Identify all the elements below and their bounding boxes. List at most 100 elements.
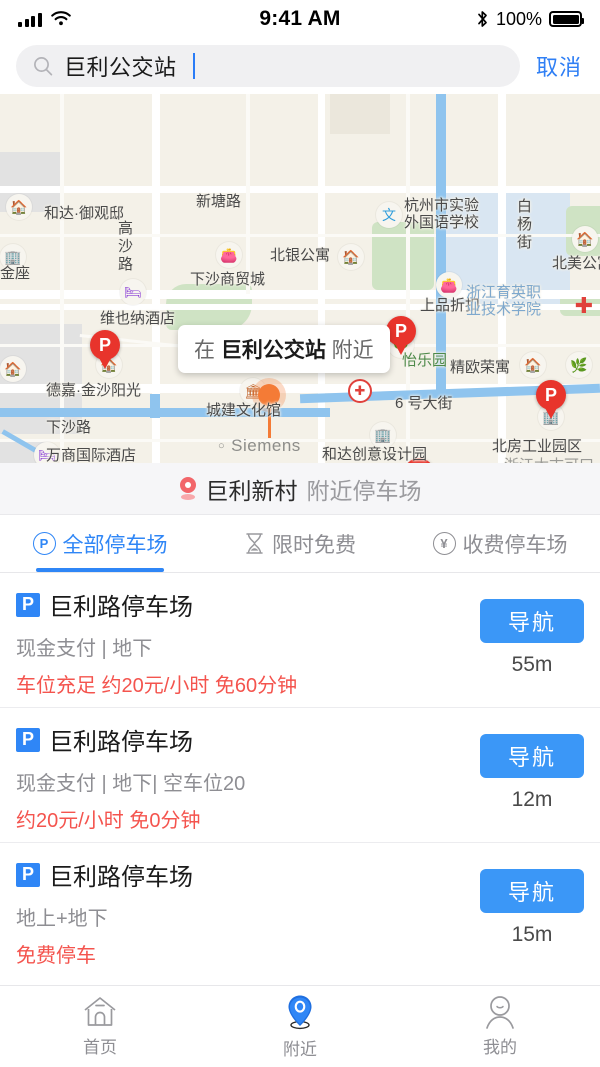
map-road — [0, 234, 600, 237]
search-input-value: 巨利公交站 — [64, 50, 177, 82]
parking-list-item[interactable]: P巨利路停车场现金支付 | 地下| 空车位20约20元/小时 免0分钟导航12m — [0, 708, 600, 843]
map-view[interactable]: 🏠 🏢 👛 🏠 文 🏠 🛏 👛 🌳 🏠 🏠 🏠 🌿 🏛 🏢 🏢 🛏 🏢 🏠 🏛 … — [0, 94, 600, 463]
map-brand-label: Siemens — [218, 436, 301, 456]
parking-p-icon: P — [16, 728, 40, 752]
tab-label: 收费停车场 — [463, 529, 568, 559]
navigate-button[interactable]: 导航 — [480, 734, 584, 778]
map-callout[interactable]: 在 巨利公交站 附近 — [178, 325, 390, 373]
house-icon: 🏠 — [6, 194, 32, 220]
parking-distance: 55m — [480, 653, 584, 677]
map-label: 浙江太古可口 乐饮料有限公 — [504, 457, 594, 463]
app-root: 9:41 AM 100% 巨利公交站 取消 — [0, 0, 600, 1067]
parking-list: P巨利路停车场现金支付 | 地下车位充足 约20元/小时 免60分钟导航55mP… — [0, 573, 600, 978]
map-label: 万商国际酒店 — [46, 444, 136, 463]
parking-distance: 12m — [480, 788, 584, 812]
map-label: 高沙路 — [114, 220, 135, 274]
nav-label: 首页 — [83, 1033, 117, 1058]
search-bar: 巨利公交站 取消 — [0, 38, 600, 94]
search-input[interactable]: 巨利公交站 — [16, 45, 520, 87]
hospital-icon: ✚ — [348, 379, 372, 403]
callout-prefix: 在 — [194, 339, 221, 362]
nav-label: 附近 — [283, 1035, 317, 1060]
nav-item-nearby[interactable]: 附近 — [200, 986, 400, 1067]
map-label: 德嘉·金沙阳光 — [46, 379, 141, 400]
result-header-place: 巨利新村 — [206, 472, 298, 506]
house-icon: 🏠 — [520, 352, 546, 378]
battery-icon — [549, 11, 582, 27]
search-icon — [32, 55, 54, 77]
parking-name: 巨利路停车场 — [49, 587, 193, 622]
map-road — [0, 186, 600, 193]
navigate-button[interactable]: 导航 — [480, 599, 584, 643]
parking-actions: 导航 15m — [480, 869, 584, 947]
callout-suffix: 附近 — [326, 339, 374, 362]
map-label: 浙江育英职 业技术学院 — [466, 284, 541, 319]
map-label: 城建文化馆 — [206, 399, 281, 420]
circled-yen-icon: ¥ — [433, 532, 456, 555]
parking-actions: 导航 12m — [480, 734, 584, 812]
map-label: 6 号大街 — [395, 392, 453, 413]
tab-limited-free[interactable]: 限时免费 — [200, 515, 400, 572]
home-icon — [82, 995, 118, 1029]
bottom-nav-bar: 首页 附近 我的 — [0, 985, 600, 1067]
map-water — [150, 394, 160, 418]
map-label: 精欧荣寓 — [450, 356, 510, 377]
map-label: 金座 — [0, 262, 30, 283]
location-pin-icon — [179, 477, 197, 501]
map-park-area — [372, 222, 434, 290]
map-label: 下沙商贸城 — [190, 268, 265, 289]
status-bar-clock: 9:41 AM — [0, 7, 600, 31]
map-pin-icon — [282, 993, 318, 1031]
map-parking-marker[interactable]: P — [536, 380, 566, 420]
result-header: 巨利新村 附近停车场 — [0, 463, 600, 515]
map-label: 和达·御观邸 — [44, 202, 124, 223]
text-cursor — [193, 53, 196, 79]
tab-paid-parking[interactable]: ¥ 收费停车场 — [400, 515, 600, 572]
map-label: 北美公寓 — [552, 252, 600, 273]
parking-list-item[interactable]: P巨利路停车场现金支付 | 地下车位充足 约20元/小时 免60分钟导航55m — [0, 573, 600, 708]
result-header-suffix: 附近停车场 — [307, 472, 422, 506]
tab-label: 全部停车场 — [63, 529, 168, 559]
tab-all-parking[interactable]: P 全部停车场 — [0, 515, 200, 572]
parking-name: 巨利路停车场 — [49, 857, 193, 892]
map-label: 和达创意设计园 — [322, 443, 427, 463]
parking-p-icon: P — [16, 593, 40, 617]
hospital-icon: ✚ — [572, 294, 596, 318]
nav-item-home[interactable]: 首页 — [0, 986, 200, 1067]
map-road — [246, 94, 250, 294]
hourglass-icon — [244, 532, 265, 555]
nav-label: 我的 — [483, 1033, 517, 1058]
map-label: 新塘路 — [196, 190, 241, 211]
shopping-bag-icon: 👛 — [216, 242, 242, 268]
map-label: 北房工业园区 — [492, 435, 582, 456]
map-label: 杭州市实验 外国语学校 — [404, 197, 479, 232]
nav-item-profile[interactable]: 我的 — [400, 986, 600, 1067]
map-label: 怡乐园 — [402, 349, 447, 370]
status-bar: 9:41 AM 100% — [0, 0, 600, 38]
parking-list-item[interactable]: P巨利路停车场地上+地下免费停车导航15m — [0, 843, 600, 978]
school-icon: 文 — [376, 202, 402, 228]
map-label: 下沙路 — [46, 416, 91, 437]
house-icon: 🏠 — [338, 244, 364, 270]
parking-name: 巨利路停车场 — [49, 722, 193, 757]
navigate-button[interactable]: 导航 — [480, 869, 584, 913]
map-label: 北银公寓 — [270, 244, 330, 265]
parking-p-icon: P — [16, 863, 40, 887]
house-icon: 🏠 — [0, 356, 26, 382]
cancel-button[interactable]: 取消 — [534, 46, 584, 86]
map-parking-marker[interactable]: P — [90, 330, 120, 370]
map-road — [498, 94, 506, 463]
callout-place-name: 巨利公交站 — [221, 339, 326, 362]
map-label: 白杨街 — [513, 198, 534, 252]
parking-actions: 导航 55m — [480, 599, 584, 677]
house-icon: 🏠 — [572, 226, 598, 252]
circled-p-icon: P — [33, 532, 56, 555]
hotel-bed-icon: 🛏 — [120, 279, 146, 305]
tab-label: 限时免费 — [272, 529, 356, 559]
parking-distance: 15m — [480, 923, 584, 947]
filter-tabs: P 全部停车场 限时免费 ¥ 收费停车场 — [0, 515, 600, 573]
leaf-icon: 🌿 — [566, 352, 592, 378]
map-label: 维也纳酒店 — [100, 307, 175, 328]
map-block — [330, 94, 390, 134]
person-icon — [482, 995, 518, 1029]
